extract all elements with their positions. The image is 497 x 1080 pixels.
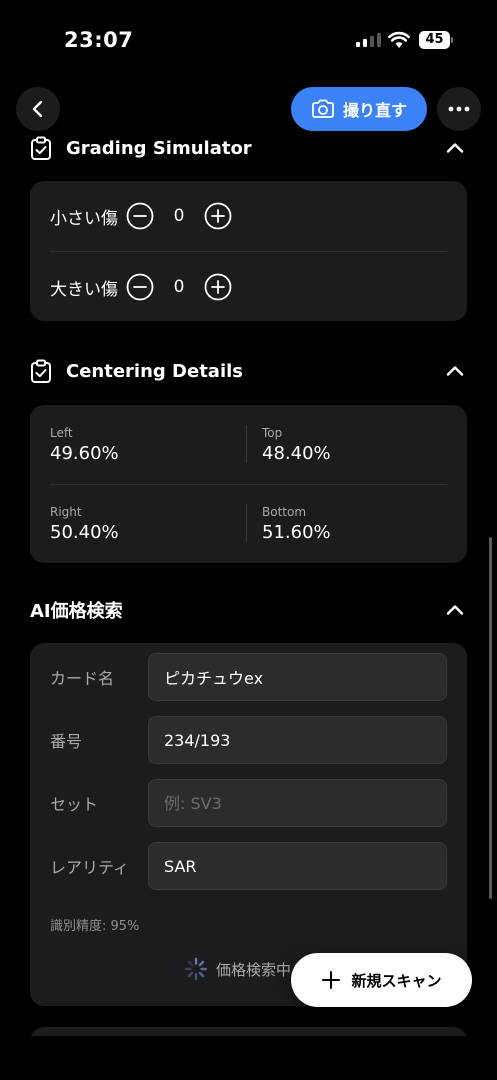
rarity-input[interactable] <box>148 842 447 890</box>
wifi-icon <box>388 31 410 48</box>
centering-top-value: 48.40% <box>262 443 331 464</box>
centering-top: Top 48.40% <box>262 426 331 464</box>
grading-section-header[interactable]: Grading Simulator <box>30 133 467 163</box>
more-icon <box>448 106 470 112</box>
battery-level: 45 <box>419 31 450 49</box>
centering-left: Left 49.60% <box>50 426 119 464</box>
divider <box>50 484 447 485</box>
centering-left-value: 49.60% <box>50 443 119 464</box>
large-scratch-value: 0 <box>173 277 185 297</box>
searching-indicator: 価格検索中 <box>184 957 291 981</box>
card-name-input[interactable] <box>148 653 447 701</box>
centering-top-label: Top <box>262 426 283 440</box>
rarity-label: レアリティ <box>50 858 130 877</box>
set-label: セット <box>50 795 99 814</box>
rarity-row: レアリティ <box>50 842 447 890</box>
status-bar: 23:07 45 <box>0 0 497 80</box>
plus-icon <box>322 971 341 989</box>
centering-right: Right 50.40% <box>50 505 119 543</box>
chevron-up-icon[interactable] <box>445 361 465 381</box>
back-button[interactable] <box>16 87 60 131</box>
centering-bottom: Bottom 51.60% <box>262 505 331 543</box>
large-scratch-row: 大きい傷 0 <box>50 252 447 322</box>
small-scratch-value: 0 <box>173 206 185 226</box>
scrollbar[interactable] <box>489 537 492 899</box>
back-icon <box>32 100 43 118</box>
spinner-icon <box>184 957 208 981</box>
large-scratch-plus-icon[interactable] <box>204 273 232 301</box>
retake-button[interactable]: 撮り直す <box>291 87 427 131</box>
grading-card: 小さい傷 0 大きい傷 0 <box>30 181 467 321</box>
accuracy-text: 識別精度: 95% <box>50 919 140 934</box>
set-row: セット <box>50 779 447 827</box>
new-scan-button[interactable]: 新規スキャン <box>291 953 472 1007</box>
retake-label: 撮り直す <box>342 101 407 120</box>
divider <box>246 425 247 463</box>
centering-card: Left 49.60% Top 48.40% Right 50.40% Bott… <box>30 405 467 563</box>
divider <box>246 504 247 542</box>
price-search-section-title: AI価格検索 <box>30 601 123 622</box>
searching-label: 価格検索中 <box>216 960 292 979</box>
chevron-up-icon[interactable] <box>445 600 465 620</box>
price-search-section-header[interactable]: AI価格検索 <box>30 595 467 625</box>
status-time: 23:07 <box>64 28 134 52</box>
cellular-signal-icon <box>356 33 381 47</box>
clipboard-check-icon <box>31 359 51 383</box>
large-scratch-minus-icon[interactable] <box>126 273 154 301</box>
battery-icon: 45 <box>419 31 453 49</box>
card-number-label: 番号 <box>50 732 83 751</box>
large-scratch-label: 大きい傷 <box>50 279 118 300</box>
small-scratch-minus-icon[interactable] <box>126 202 154 230</box>
set-input[interactable] <box>148 779 447 827</box>
chevron-up-icon[interactable] <box>445 138 465 158</box>
camera-icon <box>312 99 334 118</box>
small-scratch-plus-icon[interactable] <box>204 202 232 230</box>
card-name-label: カード名 <box>50 669 115 688</box>
centering-right-value: 50.40% <box>50 522 119 543</box>
centering-right-label: Right <box>50 505 82 519</box>
card-number-input[interactable] <box>148 716 447 764</box>
price-search-card: カード名 番号 セット レアリティ 識別精度: 95% 価格検索中 <box>30 643 467 1006</box>
centering-section-title: Centering Details <box>66 360 244 382</box>
centering-section-header[interactable]: Centering Details <box>30 356 467 386</box>
centering-bottom-label: Bottom <box>262 505 307 519</box>
card-number-row: 番号 <box>50 716 447 764</box>
bottom-fade <box>0 1036 497 1080</box>
centering-left-label: Left <box>50 426 73 440</box>
grading-section-title: Grading Simulator <box>66 137 252 159</box>
more-button[interactable] <box>437 87 481 131</box>
small-scratch-row: 小さい傷 0 <box>50 181 447 251</box>
clipboard-check-icon <box>31 136 51 160</box>
new-scan-label: 新規スキャン <box>351 971 442 990</box>
small-scratch-label: 小さい傷 <box>50 208 118 229</box>
card-name-row: カード名 <box>50 653 447 701</box>
centering-bottom-value: 51.60% <box>262 522 331 543</box>
